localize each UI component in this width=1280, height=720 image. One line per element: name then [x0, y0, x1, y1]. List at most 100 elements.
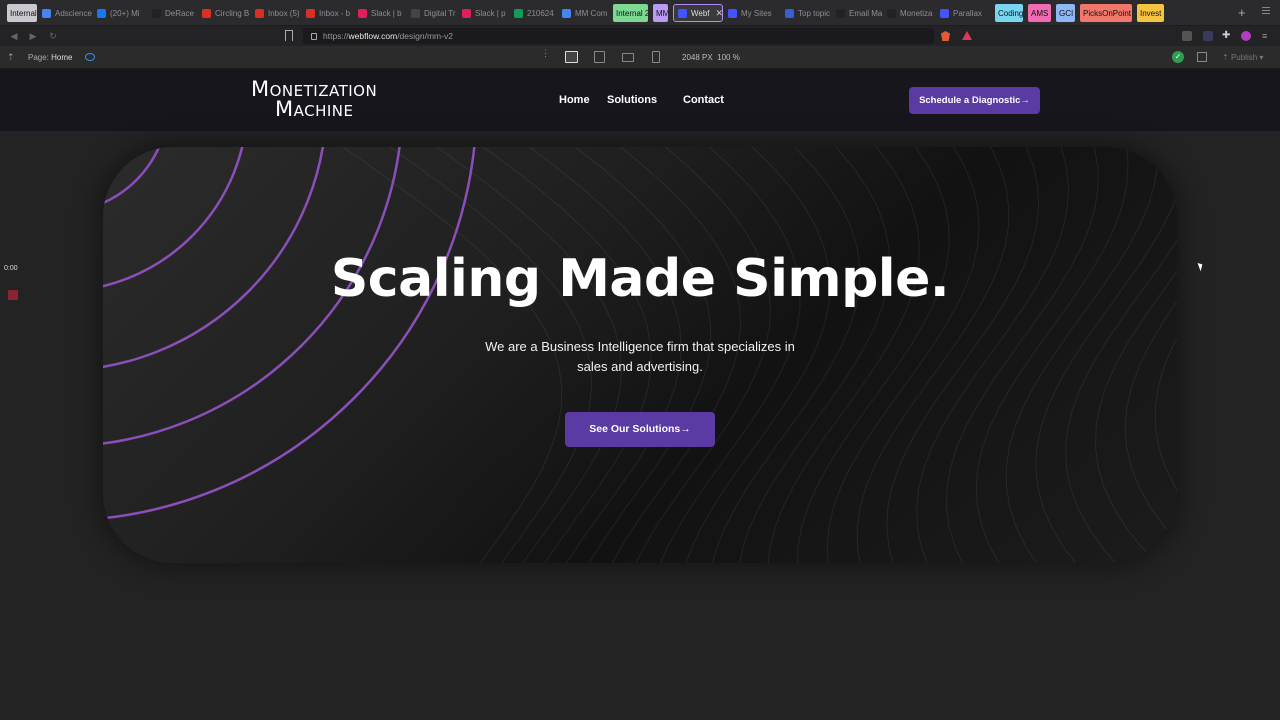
- preview-eye-icon[interactable]: [85, 53, 95, 61]
- browser-tab[interactable]: Inbox (5): [255, 4, 301, 22]
- extension-icon[interactable]: [1203, 31, 1213, 41]
- designer-canvas[interactable]: MONETIZATION MACHINE Home Solutions Cont…: [0, 69, 1280, 720]
- tab-favicon-icon: [306, 8, 315, 18]
- tab-label: MM: [656, 8, 668, 18]
- extension-icon[interactable]: [1182, 31, 1192, 41]
- logo-initial: M: [275, 97, 294, 121]
- page-label: Page:: [28, 53, 49, 62]
- tab-group-chip[interactable]: AMS: [1028, 4, 1051, 22]
- puzzle-icon[interactable]: ✚: [1222, 31, 1232, 41]
- url-host: webflow.com: [348, 31, 398, 41]
- tab-group-chip[interactable]: Coding: [995, 4, 1023, 22]
- new-tab-icon[interactable]: +: [1238, 6, 1246, 19]
- tab-label: Slack | p: [475, 8, 506, 18]
- tab-favicon-icon: [152, 8, 161, 18]
- site-logo[interactable]: MONETIZATION MACHINE: [251, 79, 377, 121]
- browser-tab[interactable]: Inbox - b: [306, 4, 353, 22]
- page-name: Home: [51, 53, 73, 62]
- recording-stop-icon[interactable]: [8, 290, 18, 300]
- browser-tab[interactable]: 210624: [514, 4, 557, 22]
- publish-button[interactable]: ⇡ Publish ▾: [1222, 53, 1263, 62]
- browser-tab[interactable]: Circling B: [202, 4, 250, 22]
- contour-line: [916, 147, 1070, 563]
- tab-favicon-icon: [562, 8, 571, 18]
- browser-tab[interactable]: Email Ma: [836, 4, 882, 22]
- browser-tab[interactable]: Top topic: [785, 4, 831, 22]
- tab-label: DeRace: [165, 8, 194, 18]
- canvas-width: 2048 PX: [682, 53, 713, 62]
- url-prefix: https://: [323, 31, 349, 41]
- mobile-landscape-icon[interactable]: [622, 53, 634, 62]
- contour-line: [886, 147, 1040, 563]
- profile-avatar-icon[interactable]: [1241, 31, 1251, 41]
- browser-tab[interactable]: (20+) Mi: [97, 4, 147, 22]
- upload-icon[interactable]: ⇡: [7, 52, 15, 63]
- browser-tab[interactable]: Digital Tr: [411, 4, 457, 22]
- contour-line: [856, 147, 1010, 563]
- bookmark-icon[interactable]: [285, 30, 293, 41]
- tab-label: Invest: [1140, 8, 1162, 18]
- schedule-diagnostic-button[interactable]: Schedule a Diagnostic→: [909, 87, 1040, 114]
- desktop-breakpoint-icon[interactable]: [565, 51, 578, 63]
- tab-group-chip[interactable]: GCI: [1056, 4, 1075, 22]
- brave-shield-icon[interactable]: [941, 31, 950, 41]
- more-breakpoints-icon[interactable]: ⋮: [541, 49, 550, 58]
- back-icon[interactable]: ◀: [8, 30, 20, 42]
- tab-label: AMS: [1031, 8, 1049, 18]
- tab-label: Email Ma: [849, 8, 882, 18]
- tab-label: (20+) Mi: [110, 8, 140, 18]
- saved-check-icon: ✓: [1172, 51, 1184, 63]
- tab-label: Internal: [10, 8, 37, 18]
- tab-label: Monetiza: [900, 8, 933, 18]
- nav-link-home[interactable]: Home: [559, 94, 590, 106]
- publish-label: Publish: [1230, 53, 1258, 62]
- tab-label: GCI: [1059, 8, 1074, 18]
- tab-favicon-icon: [678, 8, 687, 18]
- tab-label: Slack | b: [371, 8, 402, 18]
- tab-favicon-icon: [411, 8, 420, 18]
- tab-group-chip[interactable]: Invest: [1137, 4, 1164, 22]
- tab-favicon-icon: [887, 8, 896, 18]
- forward-icon[interactable]: ▶: [27, 30, 39, 42]
- hero-title: Scaling Made Simple.: [330, 249, 950, 309]
- tab-group-chip[interactable]: PicksOnPoint: [1080, 4, 1132, 22]
- tab-favicon-icon: [358, 8, 367, 18]
- mobile-portrait-icon[interactable]: [652, 51, 660, 63]
- browser-tab[interactable]: DeRace: [152, 4, 197, 22]
- mouse-cursor-icon: [1197, 261, 1205, 272]
- browser-tab[interactable]: My Sites: [728, 4, 780, 22]
- tab-favicon-icon: [836, 8, 845, 18]
- tab-group-chip[interactable]: Internal: [7, 4, 37, 22]
- tab-group-chip[interactable]: Internal 2: [613, 4, 648, 22]
- browser-tab[interactable]: MM Com: [562, 4, 608, 22]
- tab-group-chip[interactable]: MM: [653, 4, 668, 22]
- browser-tab[interactable]: Adscience: [42, 4, 92, 22]
- url-field[interactable]: https://webflow.com/design/mm-v2: [303, 28, 934, 44]
- page-selector[interactable]: Page: Home: [28, 53, 72, 62]
- tab-label: Inbox (5): [268, 8, 300, 18]
- reload-icon[interactable]: ↻: [47, 30, 59, 42]
- contour-line: [1035, 194, 1177, 563]
- tab-label: Parallax: [953, 8, 982, 18]
- see-solutions-button[interactable]: See Our Solutions→: [565, 412, 715, 447]
- share-icon[interactable]: [1197, 52, 1207, 62]
- tab-close-icon[interactable]: ✕: [716, 8, 722, 19]
- browser-tab[interactable]: Slack | p: [462, 4, 509, 22]
- site-navbar: MONETIZATION MACHINE Home Solutions Cont…: [0, 69, 1280, 131]
- zoom-level: 100 %: [717, 53, 740, 62]
- contour-line: [826, 147, 980, 563]
- browser-tab[interactable]: Monetiza: [887, 4, 935, 22]
- tab-favicon-icon: [97, 8, 106, 18]
- brave-rewards-icon[interactable]: [962, 31, 972, 40]
- tab-favicon-icon: [462, 8, 471, 18]
- browser-tab-active[interactable]: Webf ✕: [673, 4, 723, 22]
- tablet-breakpoint-icon[interactable]: [594, 51, 605, 63]
- nav-link-contact[interactable]: Contact: [683, 94, 724, 106]
- nav-link-solutions[interactable]: Solutions: [607, 94, 657, 106]
- browser-tab[interactable]: Parallax: [940, 4, 990, 22]
- browser-address-bar: ◀ ▶ ↻ https://webflow.com/design/mm-v2 ✚…: [0, 26, 1280, 46]
- menu-icon[interactable]: ≡: [1262, 31, 1272, 41]
- tab-list-menu-icon[interactable]: [1262, 7, 1270, 15]
- browser-tab[interactable]: Slack | b: [358, 4, 406, 22]
- hero-section[interactable]: Scaling Made Simple. We are a Business I…: [103, 147, 1177, 563]
